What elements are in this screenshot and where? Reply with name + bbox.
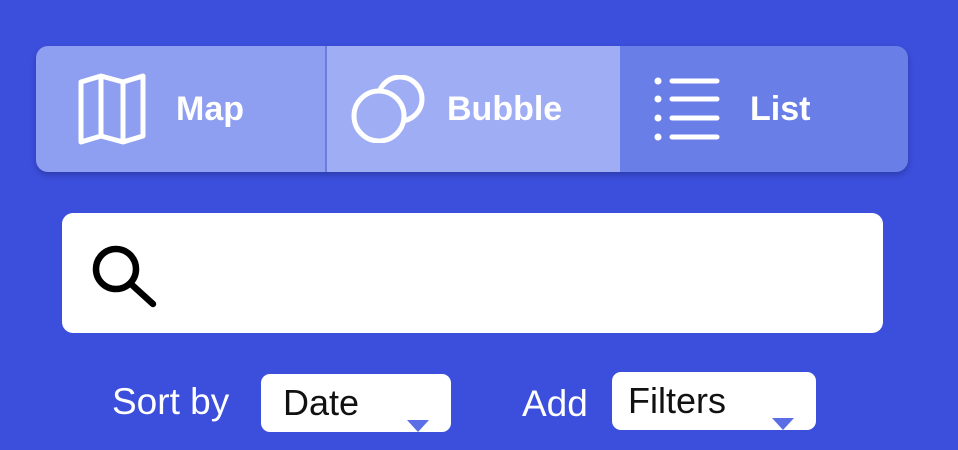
tab-bubble[interactable]: Bubble bbox=[327, 46, 620, 172]
search-input[interactable] bbox=[172, 233, 856, 315]
tab-map-label: Map bbox=[176, 89, 244, 128]
sort-by-label: Sort by bbox=[112, 381, 230, 422]
tab-bubble-label: Bubble bbox=[447, 89, 563, 128]
tab-map[interactable]: Map bbox=[36, 46, 327, 172]
chevron-down-icon bbox=[772, 397, 794, 439]
view-switcher: Map Bubble List bbox=[36, 46, 908, 172]
tab-list-label: List bbox=[750, 89, 811, 128]
filters-dropdown[interactable]: Filters bbox=[612, 372, 816, 430]
filters-dropdown-value: Filters bbox=[628, 380, 726, 421]
tab-list[interactable]: List bbox=[620, 46, 908, 172]
bubble-icon bbox=[351, 75, 427, 143]
sort-dropdown[interactable]: Date bbox=[261, 374, 451, 432]
map-icon bbox=[78, 73, 146, 145]
add-label: Add bbox=[522, 383, 588, 424]
sort-dropdown-value: Date bbox=[283, 382, 360, 423]
search-box[interactable] bbox=[62, 213, 883, 333]
list-icon bbox=[654, 76, 720, 142]
search-icon bbox=[90, 243, 160, 314]
chevron-down-icon bbox=[407, 399, 429, 441]
